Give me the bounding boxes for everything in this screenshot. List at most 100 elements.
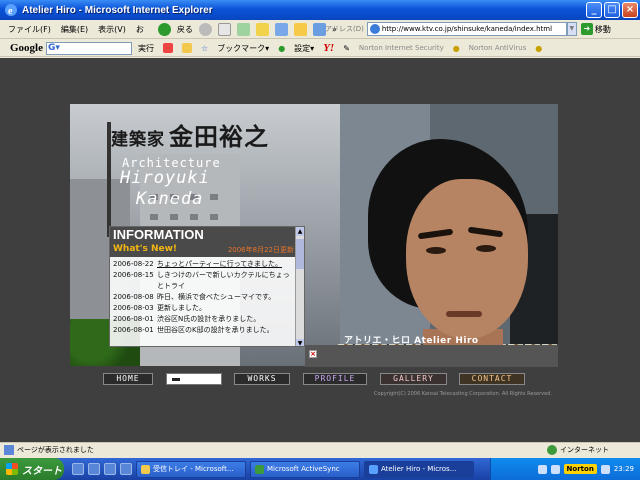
address-input[interactable]: http://www.ktv.co.jp/shinsuke/kaneda/ind… — [366, 22, 567, 36]
name-first: Hiroyuki — [120, 168, 210, 188]
search-icon[interactable] — [274, 22, 288, 36]
quick-launch-media-icon[interactable] — [120, 463, 132, 475]
name-last: Kaneda — [136, 189, 204, 209]
back-button[interactable]: 戻る — [177, 24, 193, 35]
ie-icon: e — [4, 3, 18, 17]
norton-antivirus-icon[interactable]: ● — [535, 44, 542, 53]
list-item: 2006-08-03 更新しました。 — [113, 304, 206, 312]
ie-task-icon — [369, 464, 378, 474]
system-tray: Norton 23:29 — [490, 458, 640, 480]
back-icon[interactable] — [157, 22, 171, 36]
address-bar: アドレス(D) http://www.ktv.co.jp/shinsuke/ka… — [325, 22, 611, 36]
menu-bar: ファイル(F) 編集(E) 表示(V) お — [0, 24, 144, 35]
go-button[interactable]: ➜ 移動 — [580, 23, 611, 35]
google-search-button[interactable]: 実行 — [138, 43, 154, 54]
forward-icon[interactable] — [198, 22, 212, 36]
news-link[interactable]: ちょっとパーティーに行ってきました。 — [157, 259, 296, 270]
bookmark-button[interactable]: ブックマーク▾ — [217, 43, 269, 54]
google-logo[interactable]: Google — [10, 42, 43, 54]
scroll-down-icon[interactable]: ▼ — [296, 339, 304, 346]
svg-text:e: e — [8, 6, 13, 17]
news-scrollbar[interactable]: ▲ ▼ — [295, 227, 304, 346]
refresh-icon[interactable] — [236, 22, 250, 36]
settings-button[interactable]: 設定▾ — [294, 43, 314, 54]
tray-network-icon[interactable] — [550, 464, 560, 474]
tray-norton[interactable]: Norton — [563, 464, 597, 474]
quick-launch-ie-icon[interactable] — [72, 463, 84, 475]
list-item: 2006-08-08 昨日、横浜で食べたシューマイです。 — [113, 293, 276, 301]
task-atelier-hiro[interactable]: Atelier Hiro - Micros... — [364, 460, 474, 478]
nav-toolbar: 戻る » — [157, 22, 337, 36]
tray-ime-icon[interactable] — [537, 464, 547, 474]
media-icon[interactable] — [312, 22, 326, 36]
sync-icon — [255, 464, 264, 474]
address-label: アドレス(D) — [325, 25, 364, 33]
menu-view[interactable]: 表示(V) — [98, 24, 126, 35]
nav-search-input[interactable] — [166, 373, 222, 385]
norton-security-button[interactable]: Norton Internet Security — [359, 44, 444, 52]
start-button[interactable]: スタート — [0, 458, 64, 480]
page-icon — [369, 24, 380, 34]
nav-contact-button[interactable]: CONTACT — [459, 373, 525, 385]
close-button[interactable]: × — [622, 2, 638, 18]
title-prefix: 建築家 — [111, 130, 165, 150]
address-dropdown[interactable]: ▼ — [566, 22, 577, 36]
list-item[interactable]: 2006-08-22 ちょっとパーティーに行ってきました。 — [113, 259, 296, 270]
scroll-up-icon[interactable]: ▲ — [296, 227, 304, 236]
taskbar: スタート 受信トレイ - Microsoft... Microsoft Acti… — [0, 458, 640, 480]
settings-icon[interactable]: ● — [278, 44, 285, 53]
window-title: Atelier Hiro - Microsoft Internet Explor… — [22, 4, 213, 16]
quick-launch — [72, 463, 132, 475]
nav-gallery-button[interactable]: GALLERY — [380, 373, 447, 385]
popup-blocker-icon[interactable] — [182, 43, 192, 53]
hero-footer-strip — [305, 345, 558, 367]
tray-volume-icon[interactable] — [600, 464, 610, 474]
whats-new-label: What's New! — [113, 244, 178, 254]
bookmark-star-icon[interactable]: ☆ — [201, 44, 208, 53]
norton-settings-icon[interactable]: ● — [453, 44, 460, 53]
portrait — [308, 139, 558, 366]
list-item: 2006-08-01 渋谷区N氏の設計を承りました。 — [113, 315, 261, 323]
yahoo-logo[interactable]: Y! — [323, 42, 334, 54]
task-activesync[interactable]: Microsoft ActiveSync — [250, 460, 360, 478]
go-arrow-icon: ➜ — [580, 23, 593, 35]
maximize-button[interactable]: □ — [604, 2, 620, 18]
page-status-icon — [4, 445, 14, 455]
title-bar: e Atelier Hiro - Microsoft Internet Expl… — [0, 0, 640, 20]
quick-launch-desktop-icon[interactable] — [104, 463, 116, 475]
status-text: ページが表示されました — [17, 446, 94, 454]
nav-works-button[interactable]: WORKS — [234, 373, 290, 385]
nav-profile-button[interactable]: PROFILE — [303, 373, 367, 385]
minimize-button[interactable]: _ — [586, 2, 602, 18]
quick-launch-outlook-icon[interactable] — [88, 463, 100, 475]
menu-file[interactable]: ファイル(F) — [8, 24, 51, 35]
favorites-icon[interactable] — [293, 22, 307, 36]
news-list: 2006-08-22 ちょっとパーティーに行ってきました。 2006-08-15 し… — [110, 257, 304, 336]
pen-icon[interactable]: ✎ — [343, 44, 350, 53]
updated-date: 2006年8月22日更新 — [227, 246, 294, 254]
google-toolbar: Google G▾ 実行 ☆ ブックマーク▾ ● 設定▾ Y! ✎ Norton… — [0, 40, 640, 57]
page-scrollbar[interactable] — [628, 58, 640, 442]
nav-home-button[interactable]: HOME — [103, 373, 153, 385]
internet-zone-icon — [547, 445, 557, 455]
pagerank-icon[interactable] — [163, 43, 173, 53]
tray-clock: 23:29 — [613, 465, 634, 473]
task-inbox[interactable]: 受信トレイ - Microsoft... — [136, 460, 246, 478]
copyright: Copyright(C) 2006 Kansai Telecasting Cor… — [374, 391, 552, 397]
title-name: 金田裕之 — [169, 122, 269, 151]
japanese-title: 建築家 金田裕之 — [111, 117, 269, 152]
scroll-thumb[interactable] — [296, 239, 304, 269]
list-item: 2006-08-15 しきつけのバーで新しいカクテルにちょっとトライ — [113, 271, 290, 290]
windows-flag-icon — [6, 463, 18, 475]
menu-edit[interactable]: 編集(E) — [61, 24, 88, 35]
menu-favorites[interactable]: お — [136, 24, 144, 35]
home-icon[interactable] — [255, 22, 269, 36]
zone-text: インターネット — [560, 446, 609, 454]
google-g-icon: G▾ — [48, 42, 60, 53]
information-panel: INFORMATION What's New! 2006年8月22日更新 200… — [109, 226, 305, 347]
status-bar: ページが表示されました インターネット — [0, 442, 640, 457]
stop-icon[interactable] — [217, 22, 231, 36]
google-search-input[interactable]: G▾ — [46, 41, 132, 55]
broken-image-icon: × — [309, 350, 317, 358]
norton-antivirus-button[interactable]: Norton AntiVirus — [469, 44, 527, 52]
